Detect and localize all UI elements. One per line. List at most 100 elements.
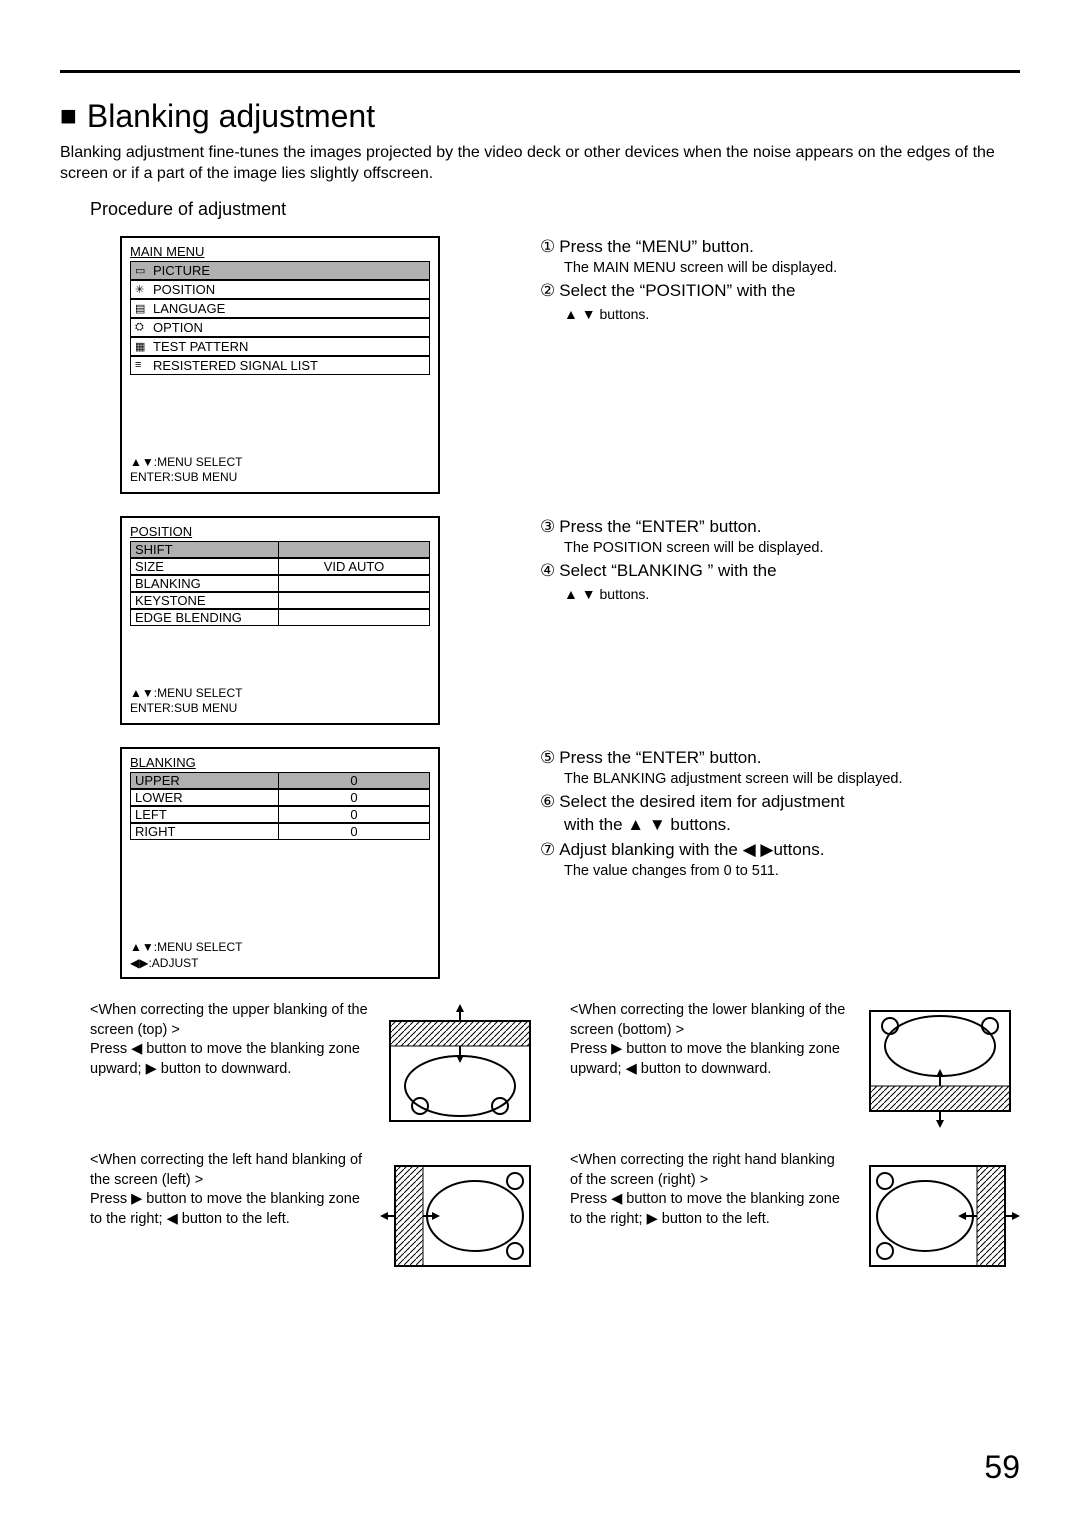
diag-right: <When correcting the right hand blanking… [570, 1151, 1020, 1281]
diag-title: <When correcting the lower blanking of t… [570, 1001, 848, 1040]
circled-7-icon: ⑦ [540, 840, 555, 859]
item-name: KEYSTONE [131, 593, 279, 608]
menu-item-picture: ▭ PICTURE [130, 261, 430, 280]
posmenu-item-shift: SHIFT [130, 541, 430, 558]
posmenu-item-keystone: KEYSTONE [130, 592, 430, 609]
diag-upper-text: <When correcting the upper blanking of t… [90, 1001, 368, 1131]
language-icon: ▤ [135, 302, 149, 315]
square-bullet-icon: ■ [60, 100, 77, 131]
step-text: Press the “MENU” button. [559, 237, 754, 256]
posmenu-footer: ▲▼:MENU SELECT ENTER:SUB MENU [130, 686, 430, 717]
page: ■ Blanking adjustment Blanking adjustment… [0, 0, 1080, 1526]
menu-item-label: POSITION [153, 282, 215, 297]
circled-1-icon: ① [540, 237, 555, 256]
item-val: 0 [279, 790, 429, 805]
mainmenu-footer: ▲▼:MENU SELECT ENTER:SUB MENU [130, 455, 430, 486]
picture-icon: ▭ [135, 264, 149, 277]
posmenu-col: POSITION SHIFT SIZEVID AUTO BLANKING KEY… [120, 516, 510, 725]
page-number: 59 [984, 1449, 1020, 1486]
mainmenu-title: MAIN MENU [130, 244, 430, 259]
steps-1-2: ①Press the “MENU” button. The MAIN MENU … [540, 236, 1020, 494]
row-mainmenu: MAIN MENU ▭ PICTURE ✳ POSITION ▤ LANGUAGE ⛭… [60, 236, 1020, 494]
mainmenu-col: MAIN MENU ▭ PICTURE ✳ POSITION ▤ LANGUAGE ⛭… [120, 236, 510, 494]
blankmenu-title: BLANKING [130, 755, 430, 770]
footer-line: ▲▼:MENU SELECT [130, 940, 430, 956]
posmenu-item-blanking: BLANKING [130, 575, 430, 592]
section-title: ■ Blanking adjustment [60, 98, 1020, 135]
step-4: ④Select “BLANKING ” with the ▲ ▼ buttons… [540, 560, 1020, 606]
diag-body: Press ◀ button to move the blanking zone… [90, 1040, 368, 1079]
item-val: 0 [279, 824, 429, 839]
item-val [279, 542, 429, 557]
diag-title: <When correcting the right hand blanking… [570, 1151, 848, 1190]
diag-right-text: <When correcting the right hand blanking… [570, 1151, 848, 1281]
left-blanking-icon [380, 1151, 540, 1281]
posmenu-title: POSITION [130, 524, 430, 539]
step-text: Press the “ENTER” button. [559, 517, 761, 536]
blankmenu-item-right: RIGHT0 [130, 823, 430, 840]
posmenu-item-edge: EDGE BLENDING [130, 609, 430, 626]
item-name: SHIFT [131, 542, 279, 557]
item-val: VID AUTO [279, 559, 429, 574]
step-sub: The BLANKING adjustment screen will be d… [564, 770, 1020, 790]
blankmenu-col: BLANKING UPPER0 LOWER0 LEFT0 RIGHT0 ▲▼:M… [120, 747, 510, 979]
diag-lower: <When correcting the lower blanking of t… [570, 1001, 1020, 1131]
item-name: LOWER [131, 790, 279, 805]
procedure-subheading: Procedure of adjustment [90, 199, 1020, 220]
step-6: ⑥Select the desired item for adjustment … [540, 791, 1020, 837]
item-val [279, 576, 429, 591]
test-icon: ▦ [135, 340, 149, 353]
position-icon: ✳ [135, 283, 149, 296]
step-text: Adjust blanking with the ◀ ▶uttons. [559, 840, 824, 859]
diag-body: Press ▶ button to move the blanking zone… [570, 1040, 848, 1079]
menu-item-label: LANGUAGE [153, 301, 225, 316]
blankmenu-item-lower: LOWER0 [130, 789, 430, 806]
diag-body: Press ▶ button to move the blanking zone… [90, 1190, 368, 1229]
menu-item-label: TEST PATTERN [153, 339, 248, 354]
step-7: ⑦Adjust blanking with the ◀ ▶uttons. The… [540, 839, 1020, 882]
diagram-row-2: <When correcting the left hand blanking … [90, 1151, 1020, 1281]
circled-3-icon: ③ [540, 517, 555, 536]
diag-body: Press ◀ button to move the blanking zone… [570, 1190, 848, 1229]
diag-lower-text: <When correcting the lower blanking of t… [570, 1001, 848, 1131]
diag-left-text: <When correcting the left hand blanking … [90, 1151, 368, 1281]
row-posmenu: POSITION SHIFT SIZEVID AUTO BLANKING KEY… [60, 516, 1020, 725]
menu-item-label: PICTURE [153, 263, 210, 278]
item-name: LEFT [131, 807, 279, 822]
menu-item-siglist: ≡RESISTERED SIGNAL LIST [130, 356, 430, 375]
item-val: 0 [279, 807, 429, 822]
menu-item-option: ⛭OPTION [130, 318, 430, 337]
steps-5-7: ⑤Press the “ENTER” button. The BLANKING … [540, 747, 1020, 979]
item-name: EDGE BLENDING [131, 610, 279, 625]
diag-left: <When correcting the left hand blanking … [90, 1151, 540, 1281]
intro-paragraph: Blanking adjustment fine-tunes the image… [60, 143, 1020, 185]
blankmenu-footer: ▲▼:MENU SELECT ◀▶:ADJUST [130, 940, 430, 971]
right-blanking-icon [860, 1151, 1020, 1281]
posmenu-item-size: SIZEVID AUTO [130, 558, 430, 575]
diag-title: <When correcting the left hand blanking … [90, 1151, 368, 1190]
menu-item-position: ✳ POSITION [130, 280, 430, 299]
upper-blanking-icon [380, 1001, 540, 1131]
posmenu-box: POSITION SHIFT SIZEVID AUTO BLANKING KEY… [120, 516, 440, 725]
step-text: Select the desired item for adjustment [559, 792, 844, 811]
step-sub: The MAIN MENU screen will be displayed. [564, 259, 1020, 279]
circled-4-icon: ④ [540, 561, 555, 580]
section-title-text: Blanking adjustment [87, 98, 375, 134]
step-5: ⑤Press the “ENTER” button. The BLANKING … [540, 747, 1020, 790]
step-text-line2: ▲ ▼ buttons. [564, 306, 649, 322]
step-text: Select “BLANKING ” with the [559, 561, 776, 580]
step-1: ①Press the “MENU” button. The MAIN MENU … [540, 236, 1020, 279]
step-text-line2: ▲ ▼ buttons. [564, 586, 649, 602]
lower-blanking-icon [860, 1001, 1020, 1131]
mainmenu-box: MAIN MENU ▭ PICTURE ✳ POSITION ▤ LANGUAGE ⛭… [120, 236, 440, 494]
circled-2-icon: ② [540, 281, 555, 300]
step-3: ③Press the “ENTER” button. The POSITION … [540, 516, 1020, 559]
item-name: RIGHT [131, 824, 279, 839]
blankmenu-item-left: LEFT0 [130, 806, 430, 823]
menu-item-label: RESISTERED SIGNAL LIST [153, 358, 318, 373]
item-name: BLANKING [131, 576, 279, 591]
blankmenu-box: BLANKING UPPER0 LOWER0 LEFT0 RIGHT0 ▲▼:M… [120, 747, 440, 979]
footer-line: ◀▶:ADJUST [130, 956, 430, 972]
row-blankmenu: BLANKING UPPER0 LOWER0 LEFT0 RIGHT0 ▲▼:M… [60, 747, 1020, 979]
option-icon: ⛭ [135, 321, 149, 334]
